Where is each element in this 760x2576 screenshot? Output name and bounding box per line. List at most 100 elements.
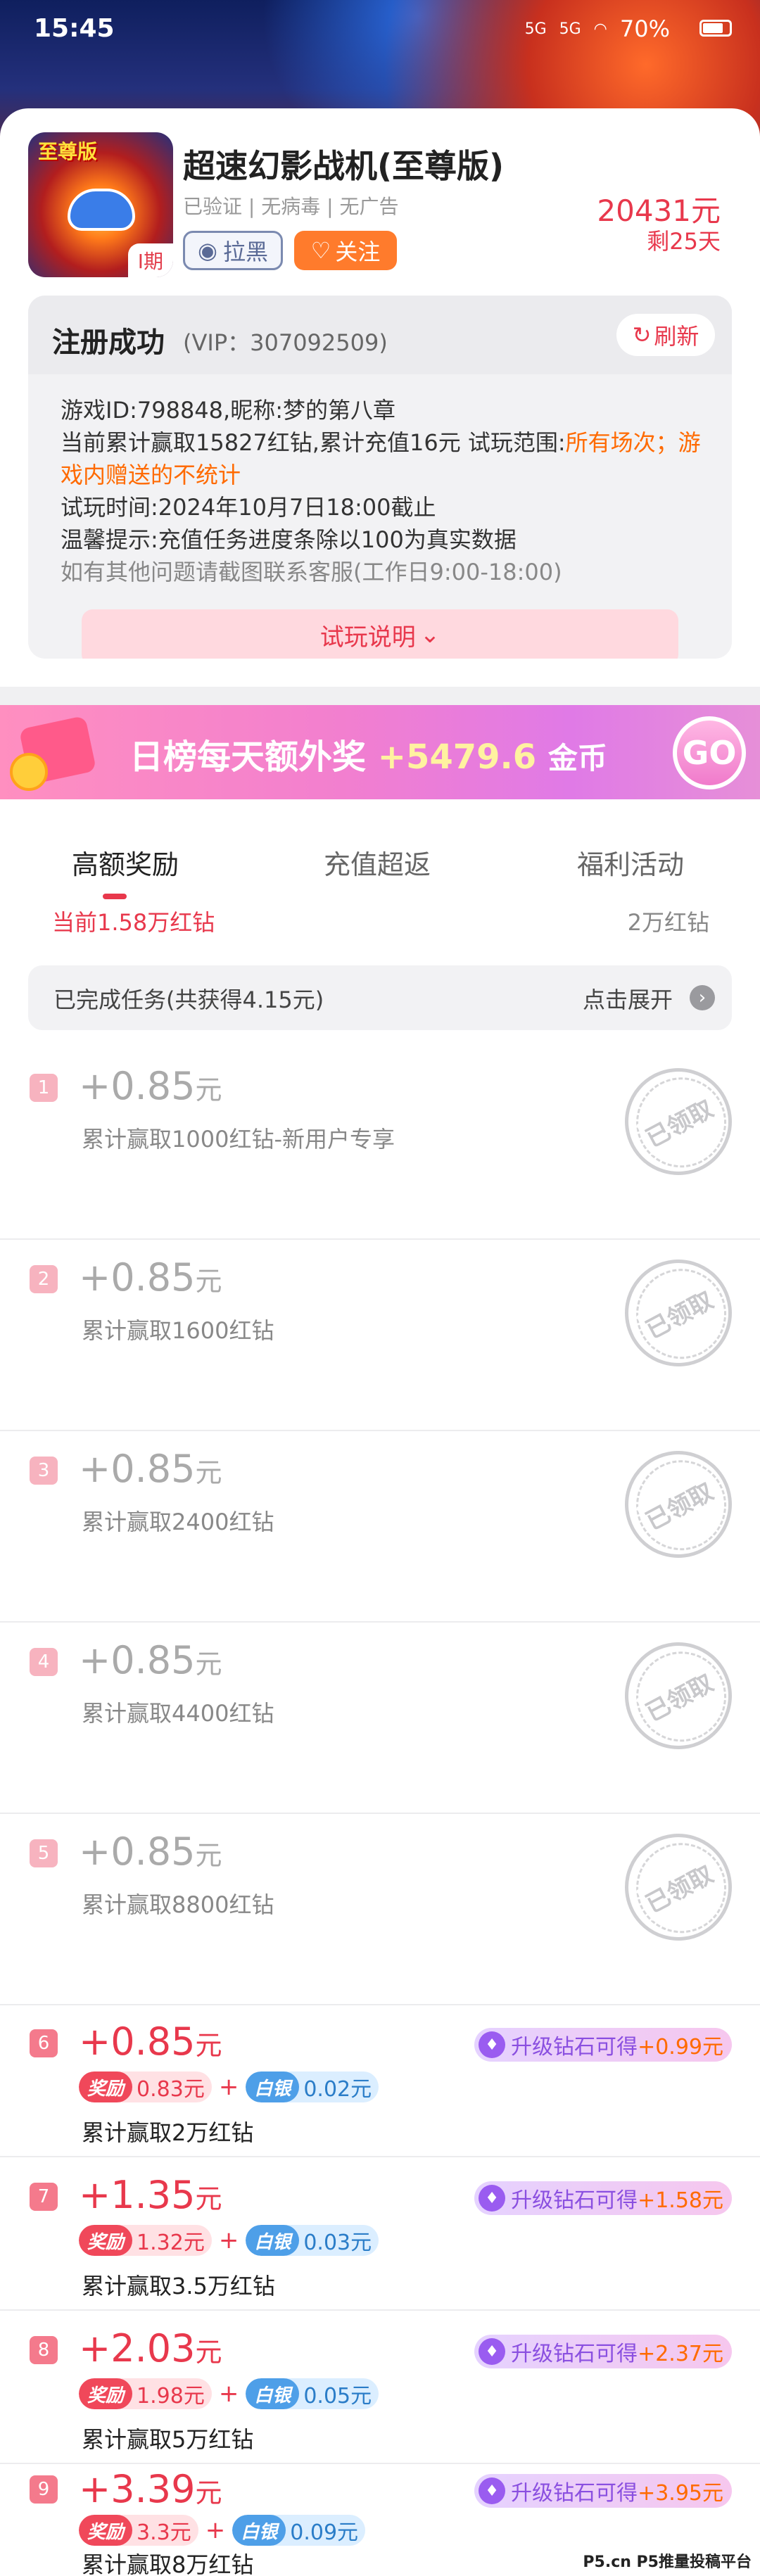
completed-tasks-bar[interactable]: 已完成任务(共获得4.15元) 点击展开 › [28,965,732,1030]
reward-breakdown: 奖励 3.3元 + 白银 0.09元 [79,2515,366,2546]
silver-chip: 白银 0.02元 [246,2071,379,2102]
upgrade-diamond-badge[interactable]: ♦ 升级钻石可得 +2.37元 [474,2335,732,2368]
completed-label: 已完成任务(共获得4.15元) [53,986,324,1013]
amount-value: +0.85 [79,1638,196,1682]
battery-percent: 70% [619,15,670,42]
register-title: 注册成功 [52,326,165,359]
reward-tabs: 高额奖励 充值超返 福利活动 [0,830,760,899]
chevron-right-icon: › [690,985,715,1010]
amount-unit: 元 [195,2030,222,2061]
claimed-stamp-icon: 已领取 [606,1241,751,1385]
promo-label: 日榜每天额外奖 [129,737,367,777]
progress-line: 当前累计赢取15827红钻,累计充值16元 试玩范围:所有场次；游戏内赠送的不统… [61,426,708,491]
amount-value: +0.85 [79,1447,196,1491]
tab-recharge-rebate[interactable]: 充值超返 [324,843,431,882]
stamp-text: 已领取 [635,1279,721,1347]
task-description: 累计赢取2400红钻 [82,1509,274,1535]
progress-text: 当前累计赢取15827红钻,累计充值16元 试玩范围: [61,429,566,456]
refresh-button[interactable]: ↻ 刷新 [616,314,715,356]
task-row: 2 +0.85元 累计赢取1600红钻 已领取 [0,1240,760,1431]
reward-breakdown: 奖励 1.98元 + 白银 0.05元 [79,2378,379,2409]
task-amount: +0.85元 [79,1638,222,1682]
task-row: 1 +0.85元 累计赢取1000红钻-新用户专享 已领取 [0,1048,760,1240]
block-button[interactable]: ◉ 拉黑 [183,231,283,270]
task-number: 2 [30,1265,58,1293]
fighter-plane-icon [68,189,135,231]
amount-value: +1.35 [79,2173,196,2217]
amount-value: +0.85 [79,1255,196,1300]
register-info-box: 注册成功 (VIP：307092509) ↻ 刷新 游戏ID:798848,昵称… [28,296,732,659]
silver-chip: 白银 0.09元 [232,2515,366,2546]
tab-high-reward[interactable]: 高额奖励 [72,843,179,882]
gift-box-icon [10,715,106,791]
task-row[interactable]: 8 +2.03元 ♦ 升级钻石可得 +2.37元 奖励 1.98元 + 白银 0.05元… [0,2311,760,2464]
watermark: P5.cn P5推量投稿平台 [583,2553,752,2571]
amount-unit: 元 [195,1840,222,1871]
task-number: 5 [30,1839,58,1867]
upgrade-bonus: +2.37元 [638,2342,723,2366]
silver-chip-value: 0.09元 [290,2520,359,2545]
block-label: 拉黑 [222,239,268,265]
task-row: 4 +0.85元 累计赢取4400红钻 已领取 [0,1623,760,1814]
game-icon-badge: 至尊版 [38,140,98,163]
diamond-icon: ♦ [479,2031,506,2058]
task-row[interactable]: 7 +1.35元 ♦ 升级钻石可得 +1.58元 奖励 1.32元 + 白银 0.03元… [0,2157,760,2311]
refresh-label: 刷新 [654,323,699,350]
task-row[interactable]: 6 +0.85元 ♦ 升级钻石可得 +0.99元 奖励 0.83元 + 白银 0.02元… [0,2004,760,2157]
amount-value: +0.85 [79,1829,196,1874]
task-description: 累计赢取8800红钻 [82,1891,274,1918]
tab-welfare[interactable]: 福利活动 [577,843,684,882]
reward-chip: 奖励 0.83元 [79,2071,212,2102]
reward-chip-value: 3.3元 [137,2520,191,2545]
amount-unit: 元 [195,1074,222,1105]
task-amount: +0.85元 [79,1829,222,1874]
diamond-icon: ♦ [479,2477,506,2504]
signal-indicators: 5G 5G ◠ 70% [525,15,670,42]
daily-bonus-banner[interactable]: 日榜每天额外奖 +5479.6 金币 GO [0,705,760,799]
next-target: 2万红钻 [627,909,709,936]
battery-icon [699,20,732,37]
task-description: 累计赢取8万红钻 [82,2551,254,2576]
reward-chip: 奖励 3.3元 [79,2515,198,2546]
trial-instructions-button[interactable]: 试玩说明 ⌄ [82,609,678,659]
follow-button[interactable]: ♡ 关注 [294,231,397,270]
reward-chip-label: 奖励 [79,2515,133,2546]
amount-unit: 元 [195,1457,222,1488]
amount-unit: 元 [195,2183,222,2214]
upgrade-diamond-badge[interactable]: ♦ 升级钻石可得 +0.99元 [474,2028,732,2062]
diamond-icon: ♦ [479,2185,506,2212]
stamp-text: 已领取 [635,1471,721,1538]
upgrade-diamond-badge[interactable]: ♦ 升级钻石可得 +3.95元 [474,2474,732,2508]
task-number: 9 [30,2475,58,2504]
silver-chip: 白银 0.03元 [246,2225,379,2256]
vip-id: (VIP：307092509) [183,329,388,356]
promo-text: 日榜每天额外奖 +5479.6 金币 [129,729,607,778]
diamond-icon: ♦ [479,2338,506,2365]
deadline-line: 试玩时间:2024年10月7日18:00截止 [61,494,436,521]
task-amount: +0.85元 [79,1447,222,1491]
amount-unit: 元 [195,1649,222,1680]
reward-chip-value: 1.98元 [137,2384,205,2409]
go-button[interactable]: GO [673,716,746,789]
task-number: 4 [30,1648,58,1676]
signal-icon: 5G [524,20,547,38]
upgrade-diamond-badge[interactable]: ♦ 升级钻石可得 +1.58元 [474,2181,732,2215]
amount-value: +2.03 [79,2326,196,2371]
upgrade-label: 升级钻石可得 [511,2188,638,2213]
register-details: 游戏ID:798848,昵称:梦的第八章 当前累计赢取15827红钻,累计充值1… [61,394,708,588]
amount-value: +3.39 [79,2467,196,2511]
stamp-text: 已领取 [635,1088,721,1155]
refresh-icon: ↻ [632,322,652,348]
task-amount: +0.85元 [79,1064,222,1108]
eye-off-icon: ◉ [198,237,217,264]
amount-unit: 元 [195,2477,222,2508]
task-row: 3 +0.85元 累计赢取2400红钻 已领取 [0,1431,760,1623]
progress-summary: 当前1.58万红钻 2万红钻 [0,898,760,941]
task-description: 累计赢取2万红钻 [82,2119,254,2146]
game-id-line: 游戏ID:798848,昵称:梦的第八章 [61,397,395,424]
claimed-stamp-icon: 已领取 [606,1432,751,1577]
task-description: 累计赢取1600红钻 [82,1317,274,1344]
task-amount: +0.85元 [79,1255,222,1300]
tip-line: 温馨提示:充值任务进度条除以100为真实数据 [61,526,517,553]
signal-icon: 5G [559,20,581,38]
